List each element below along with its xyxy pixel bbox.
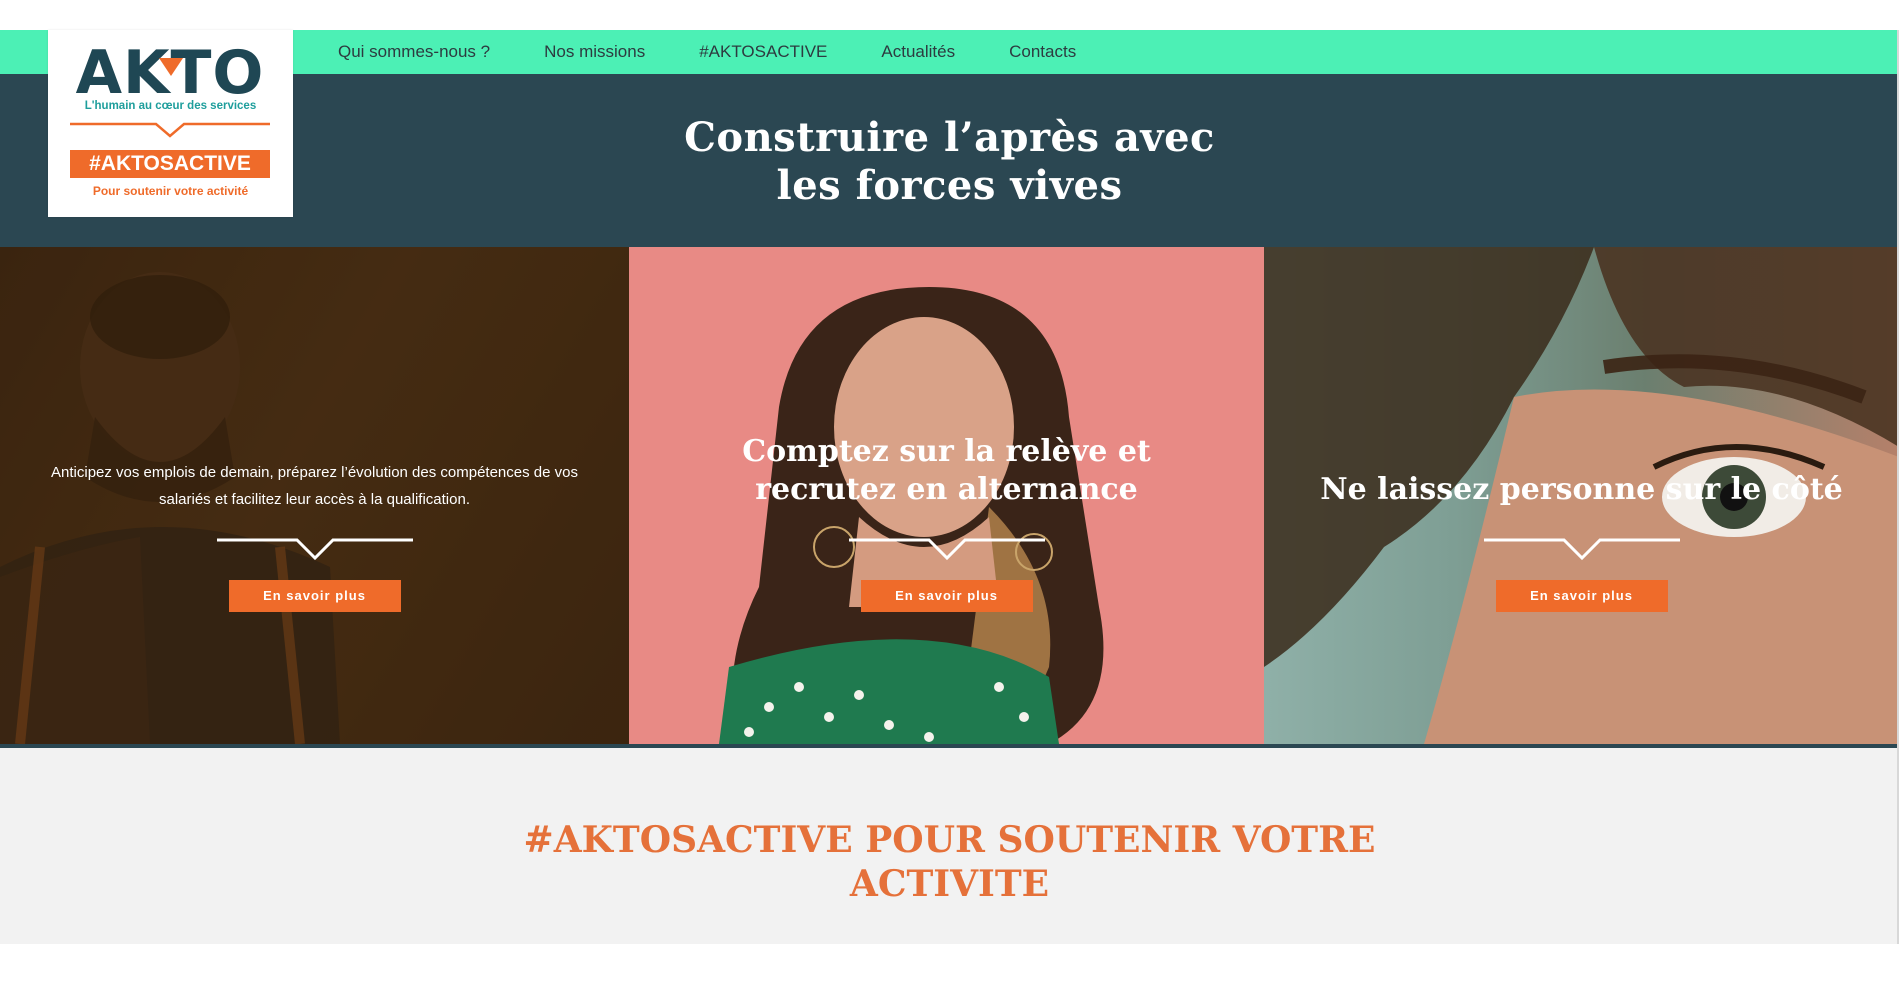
nav-item-contacts[interactable]: Contacts [1009,42,1076,62]
nav-item-nos-missions[interactable]: Nos missions [544,42,645,62]
aktosactive-title-line-2: ACTIVITE [849,863,1050,905]
panel-1-text: Anticipez vos emplois de demain, prépare… [51,464,578,508]
panel-2-chevron-divider [848,538,1045,561]
site-logo[interactable]: AKTO L'humain au cœur des services #AKTO… [48,30,293,217]
panel-emplois: Anticipez vos emplois de demain, prépare… [0,247,629,744]
panel-2-text: Comptez sur la relève et recrutez en alt… [742,434,1151,507]
nav-list: Qui sommes-nous ? Nos missions #AKTOSACT… [338,30,1130,74]
panel-1-chevron-divider [216,538,413,561]
nav-item-aktosactive[interactable]: #AKTOSACTIVE [699,42,827,62]
panel-3-text: Ne laissez personne sur le côté [1320,472,1843,507]
panel-3-chevron-divider [1483,538,1680,561]
logo-tagline: L'humain au cœur des services [84,100,257,112]
nav-item-actualites[interactable]: Actualités [881,42,955,62]
panel-3-cta-button[interactable]: En savoir plus [1495,580,1668,612]
feature-panels: Anticipez vos emplois de demain, prépare… [0,247,1899,744]
panel-2-cta-button[interactable]: En savoir plus [860,580,1033,612]
aktosactive-title-line-1: #AKTOSACTIVE POUR SOUTENIR VOTRE [523,819,1376,861]
logo-divider-chevron [70,122,270,138]
panel-inclusion: Ne laissez personne sur le côté En savoi… [1264,247,1899,744]
logo-badge: #AKTOSACTIVE [70,150,270,178]
panel-alternance: Comptez sur la relève et recrutez en alt… [629,247,1264,744]
panel-1-cta-button[interactable]: En savoir plus [228,580,401,612]
logo-accent-icon [159,58,183,76]
aktosactive-section: #AKTOSACTIVE POUR SOUTENIR VOTRE ACTIVIT… [0,748,1899,944]
aktosactive-section-title: #AKTOSACTIVE POUR SOUTENIR VOTRE ACTIVIT… [0,818,1899,906]
logo-subline: Pour soutenir votre activité [92,184,249,198]
nav-item-qui-sommes-nous[interactable]: Qui sommes-nous ? [338,42,490,62]
